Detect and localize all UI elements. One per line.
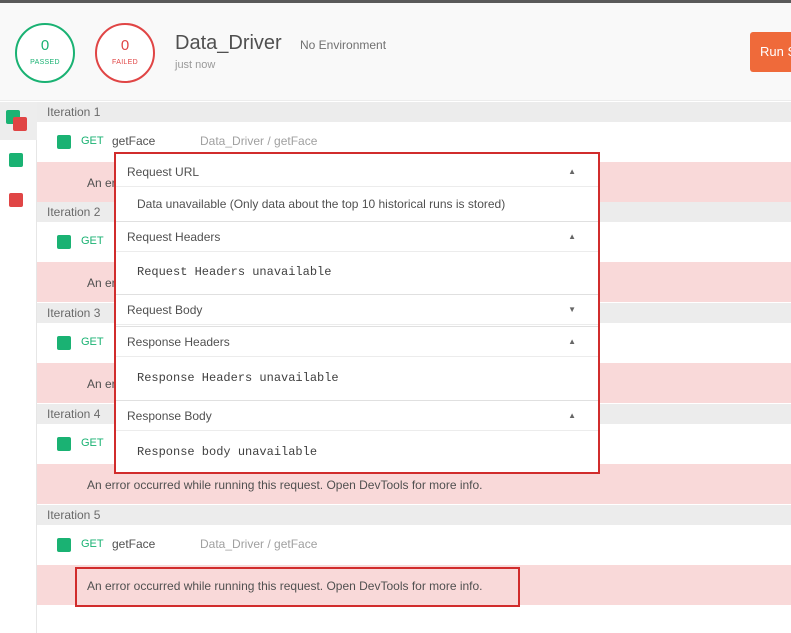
failed-count-badge: 0 FAILED bbox=[95, 23, 155, 83]
request-name[interactable]: getFace bbox=[112, 537, 155, 551]
section-request-body[interactable]: Request Body ▼ bbox=[116, 295, 598, 325]
passed-count-badge: 0 PASSED bbox=[15, 23, 75, 83]
pass-status-icon bbox=[57, 135, 71, 149]
fail-status-icon bbox=[13, 117, 27, 131]
section-request-url[interactable]: Request URL ▲ bbox=[116, 157, 598, 187]
error-message: An er bbox=[87, 276, 116, 290]
run-timestamp: just now bbox=[175, 59, 216, 71]
pass-status-icon bbox=[57, 538, 71, 552]
section-title: Request Headers bbox=[127, 230, 221, 244]
request-headers-value: Request Headers unavailable bbox=[137, 265, 332, 279]
pass-status-icon bbox=[57, 235, 71, 249]
request-row[interactable]: GET getFace Data_Driver / getFace bbox=[37, 525, 791, 565]
section-request-headers[interactable]: Request Headers ▲ bbox=[116, 222, 598, 252]
request-method: GET bbox=[81, 235, 104, 247]
collapse-arrow-icon[interactable]: ▲ bbox=[568, 222, 576, 252]
request-url-value: Data unavailable (Only data about the to… bbox=[137, 197, 506, 211]
run-title: Data_Driver bbox=[175, 32, 282, 54]
result-gutter bbox=[0, 102, 37, 633]
iteration-header: Iteration 5 bbox=[37, 505, 791, 525]
error-message: An er bbox=[87, 377, 116, 391]
request-path: Data_Driver / getFace bbox=[200, 134, 318, 148]
passed-label: PASSED bbox=[30, 59, 60, 66]
failed-label: FAILED bbox=[112, 59, 138, 66]
section-title: Response Body bbox=[127, 409, 212, 423]
section-title: Response Headers bbox=[127, 335, 230, 349]
request-method: GET bbox=[81, 538, 104, 550]
run-summary-header: 0 PASSED 0 FAILED Data_Driver No Environ… bbox=[0, 3, 791, 101]
request-method: GET bbox=[81, 336, 104, 348]
iteration-header: Iteration 1 bbox=[37, 102, 791, 122]
collapse-arrow-icon[interactable]: ▲ bbox=[568, 157, 576, 187]
section-response-headers[interactable]: Response Headers ▲ bbox=[116, 327, 598, 357]
section-response-body[interactable]: Response Body ▲ bbox=[116, 401, 598, 431]
collapse-arrow-icon[interactable]: ▲ bbox=[568, 327, 576, 357]
request-path: Data_Driver / getFace bbox=[200, 537, 318, 551]
error-message: An error occurred while running this req… bbox=[87, 478, 483, 492]
request-name[interactable]: getFace bbox=[112, 134, 155, 148]
fail-status-icon[interactable] bbox=[9, 193, 23, 207]
expand-arrow-icon[interactable]: ▼ bbox=[568, 295, 576, 325]
error-message: An er bbox=[87, 176, 116, 190]
pass-status-icon bbox=[57, 336, 71, 350]
pass-status-icon[interactable] bbox=[9, 153, 23, 167]
request-details-popup: Request URL ▲ Data unavailable (Only dat… bbox=[114, 152, 600, 474]
environment-label: No Environment bbox=[300, 38, 387, 52]
section-title: Request URL bbox=[127, 165, 200, 179]
response-headers-value: Response Headers unavailable bbox=[137, 371, 339, 385]
response-body-value: Response body unavailable bbox=[137, 445, 318, 459]
request-method: GET bbox=[81, 135, 104, 147]
pass-status-icon bbox=[57, 437, 71, 451]
passed-count: 0 bbox=[40, 37, 50, 54]
run-again-button[interactable]: Run S bbox=[750, 32, 791, 72]
collapse-arrow-icon[interactable]: ▲ bbox=[568, 401, 576, 431]
request-method: GET bbox=[81, 437, 104, 449]
failed-count: 0 bbox=[120, 37, 130, 54]
section-title: Request Body bbox=[127, 303, 203, 317]
error-highlight-box bbox=[75, 567, 520, 607]
